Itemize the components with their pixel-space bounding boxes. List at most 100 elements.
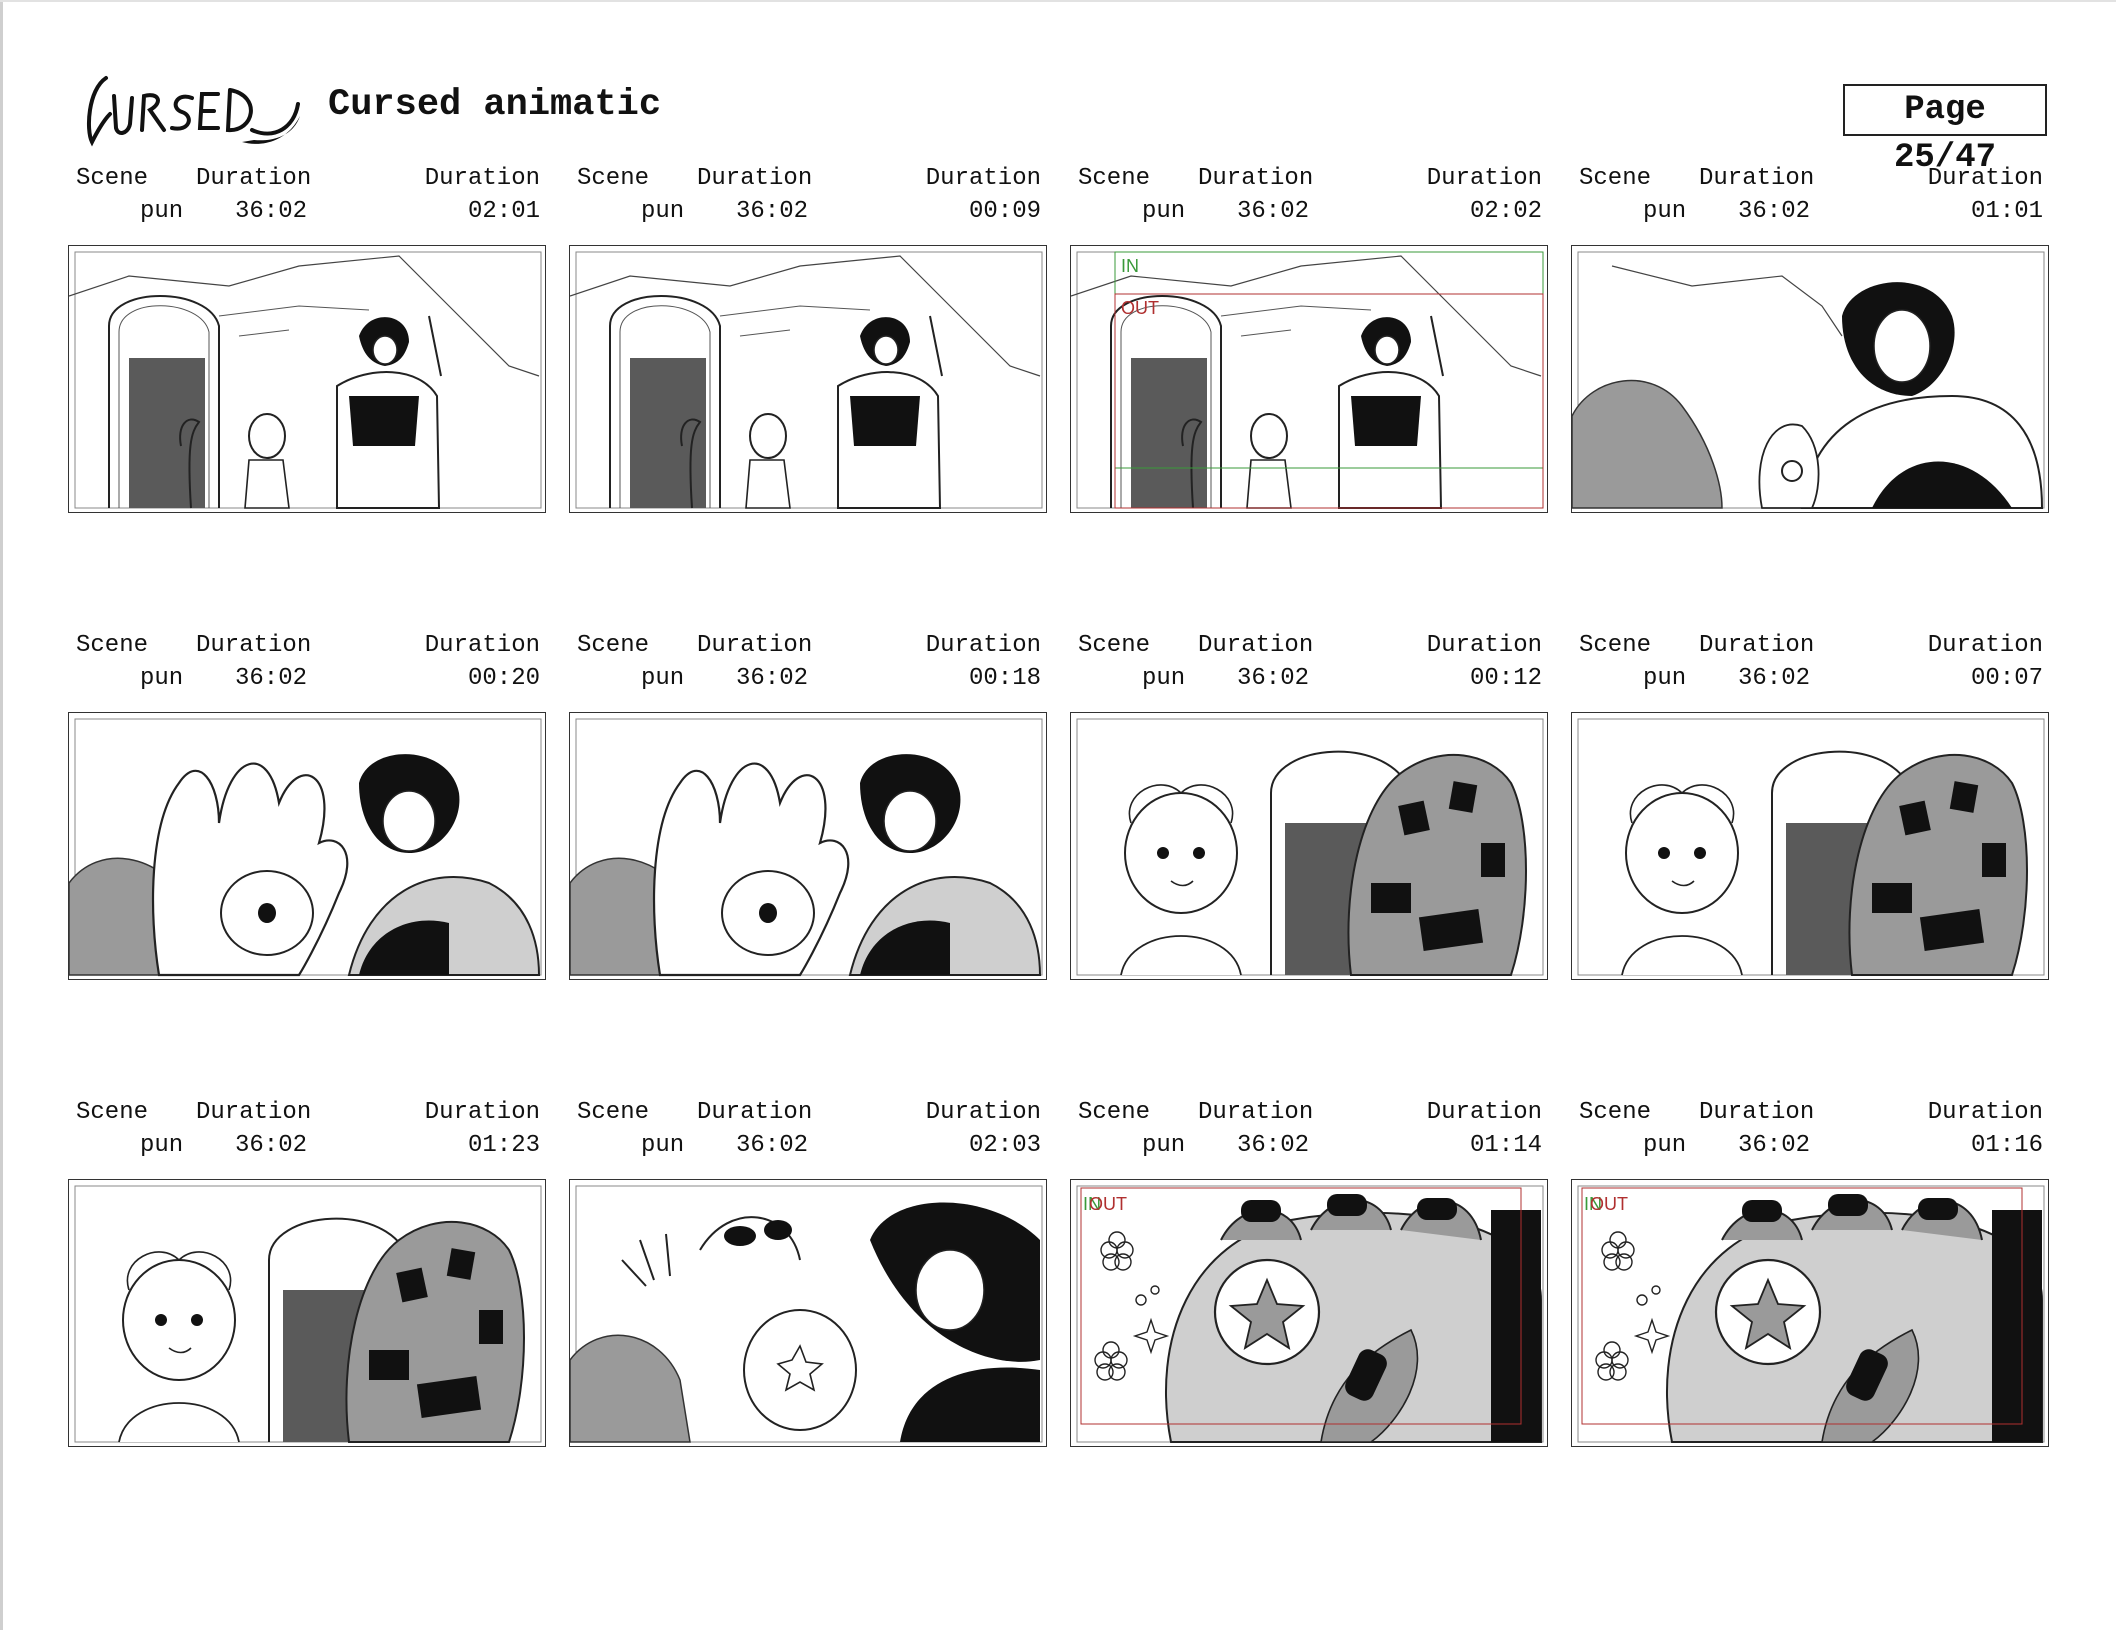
panel-frame[interactable]: IN OUT [1571, 1179, 2049, 1447]
shot-duration-label: Duration [925, 632, 1041, 659]
panel-frame[interactable]: IN OUT [1070, 245, 1548, 513]
panel-header: Scene Duration Duration pun 36:02 00:09 [569, 165, 1047, 233]
panel-frame[interactable] [68, 245, 546, 513]
panel-frame[interactable] [569, 1179, 1047, 1447]
panel-drawing [1572, 251, 2045, 509]
panel-drawing [69, 718, 542, 977]
scene-label: Scene [1078, 165, 1151, 192]
scene-label: Scene [1078, 632, 1151, 659]
panel-header: Scene Duration Duration pun 36:02 01:23 [68, 1099, 546, 1167]
shot-duration-value: 00:12 [1469, 665, 1542, 692]
scene-label: Scene [1579, 632, 1652, 659]
panel-drawing [74, 1185, 542, 1443]
shot-duration-value: 01:23 [467, 1132, 540, 1159]
panel-frame[interactable] [68, 1179, 546, 1447]
shot-duration-label: Duration [1927, 165, 2043, 192]
storyboard-panel[interactable]: Scene Duration Duration pun 36:02 00:20 [68, 632, 546, 980]
panel-drawing: IN OUT [1071, 251, 1544, 509]
shot-duration-value: 02:01 [467, 198, 540, 225]
shot-duration-value: 02:02 [1469, 198, 1542, 225]
shot-duration-value: 00:18 [968, 665, 1041, 692]
panel-header: Scene Duration Duration pun 36:02 02:02 [1070, 165, 1548, 233]
scene-label: Scene [577, 165, 650, 192]
panel-frame[interactable] [569, 712, 1047, 980]
shot-duration-label: Duration [424, 1099, 540, 1126]
total-duration-label: Duration [1699, 165, 1815, 192]
panel-frame[interactable] [569, 245, 1047, 513]
total-duration-label: Duration [1198, 1099, 1314, 1126]
total-duration-label: Duration [697, 632, 813, 659]
storyboard-panel[interactable]: Scene Duration Duration pun 36:02 00:09 [569, 165, 1047, 513]
scene-name: pun [1643, 198, 1687, 225]
total-duration-value: 36:02 [235, 1132, 308, 1159]
shot-duration-value: 01:16 [1970, 1132, 2043, 1159]
shot-duration-value: 00:07 [1970, 665, 2043, 692]
panel-header: Scene Duration Duration pun 36:02 01:14 [1070, 1099, 1548, 1167]
total-duration-value: 36:02 [1237, 198, 1310, 225]
shot-duration-value: 01:14 [1469, 1132, 1542, 1159]
total-duration-value: 36:02 [1738, 1132, 1811, 1159]
total-duration-label: Duration [196, 1099, 312, 1126]
total-duration-value: 36:02 [1738, 198, 1811, 225]
document-title: Cursed animatic [328, 84, 662, 126]
scene-label: Scene [1579, 165, 1652, 192]
panel-header: Scene Duration Duration pun 36:02 00:07 [1571, 632, 2049, 700]
panel-header: Scene Duration Duration pun 36:02 02:01 [68, 165, 546, 233]
total-duration-value: 36:02 [736, 198, 809, 225]
storyboard-panel[interactable]: Scene Duration Duration pun 36:02 00:07 [1571, 632, 2049, 980]
panel-frame[interactable] [68, 712, 546, 980]
storyboard-panel[interactable]: Scene Duration Duration pun 36:02 00:18 [569, 632, 1047, 980]
storyboard-panel[interactable]: Scene Duration Duration pun 36:02 02:03 [569, 1099, 1047, 1447]
panel-header: Scene Duration Duration pun 36:02 01:16 [1571, 1099, 2049, 1167]
panel-drawing [1577, 718, 2045, 976]
shot-duration-label: Duration [424, 632, 540, 659]
page-edge [0, 0, 3, 1630]
out-marker: OUT [1089, 1194, 1127, 1214]
cursed-logo [84, 70, 304, 150]
panel-frame[interactable] [1571, 712, 2049, 980]
total-duration-label: Duration [1699, 1099, 1815, 1126]
storyboard-panel[interactable]: Scene Duration Duration pun 36:02 00:12 [1070, 632, 1548, 980]
storyboard-panel[interactable]: Scene Duration Duration pun 36:02 01:16 IN OUT [1571, 1099, 2049, 1447]
panel-frame[interactable] [1070, 712, 1548, 980]
page-number: Page 25/47 [1843, 84, 2047, 177]
storyboard-panel[interactable]: Scene Duration Duration pun 36:02 02:01 [68, 165, 546, 513]
panel-frame[interactable] [1571, 245, 2049, 513]
total-duration-value: 36:02 [1237, 1132, 1310, 1159]
out-marker: OUT [1121, 298, 1159, 318]
shot-duration-label: Duration [1426, 1099, 1542, 1126]
scene-name: pun [140, 665, 184, 692]
total-duration-value: 36:02 [1237, 665, 1310, 692]
shot-duration-value: 00:20 [467, 665, 540, 692]
panel-frame[interactable]: IN OUT [1070, 1179, 1548, 1447]
panel-header: Scene Duration Duration pun 36:02 01:01 [1571, 165, 2049, 233]
total-duration-label: Duration [196, 165, 312, 192]
storyboard-panel[interactable]: Scene Duration Duration pun 36:02 01:01 [1571, 165, 2049, 513]
scene-label: Scene [76, 165, 149, 192]
total-duration-value: 36:02 [235, 665, 308, 692]
scene-label: Scene [76, 1099, 149, 1126]
scene-name: pun [140, 198, 184, 225]
total-duration-value: 36:02 [736, 1132, 809, 1159]
panel-drawing [570, 1185, 1043, 1443]
shot-duration-label: Duration [925, 165, 1041, 192]
total-duration-label: Duration [697, 1099, 813, 1126]
shot-duration-label: Duration [1927, 632, 2043, 659]
panel-drawing [1076, 718, 1544, 976]
panel-header: Scene Duration Duration pun 36:02 00:20 [68, 632, 546, 700]
panel-drawing [570, 251, 1043, 509]
panel-header: Scene Duration Duration pun 36:02 00:18 [569, 632, 1047, 700]
scene-name: pun [1643, 665, 1687, 692]
in-marker: IN [1121, 256, 1139, 276]
storyboard-panel[interactable]: Scene Duration Duration pun 36:02 01:14 IN OUT [1070, 1099, 1548, 1447]
scene-name: pun [1142, 1132, 1186, 1159]
scene-name: pun [1142, 665, 1186, 692]
storyboard-panel[interactable]: Scene Duration Duration pun 36:02 01:23 [68, 1099, 546, 1447]
storyboard-panel[interactable]: Scene Duration Duration pun 36:02 02:02 IN OUT [1070, 165, 1548, 513]
page-edge-top [0, 0, 2116, 2]
total-duration-value: 36:02 [736, 665, 809, 692]
panel-header: Scene Duration Duration pun 36:02 02:03 [569, 1099, 1047, 1167]
scene-label: Scene [577, 632, 650, 659]
scene-label: Scene [1579, 1099, 1652, 1126]
scene-label: Scene [1078, 1099, 1151, 1126]
